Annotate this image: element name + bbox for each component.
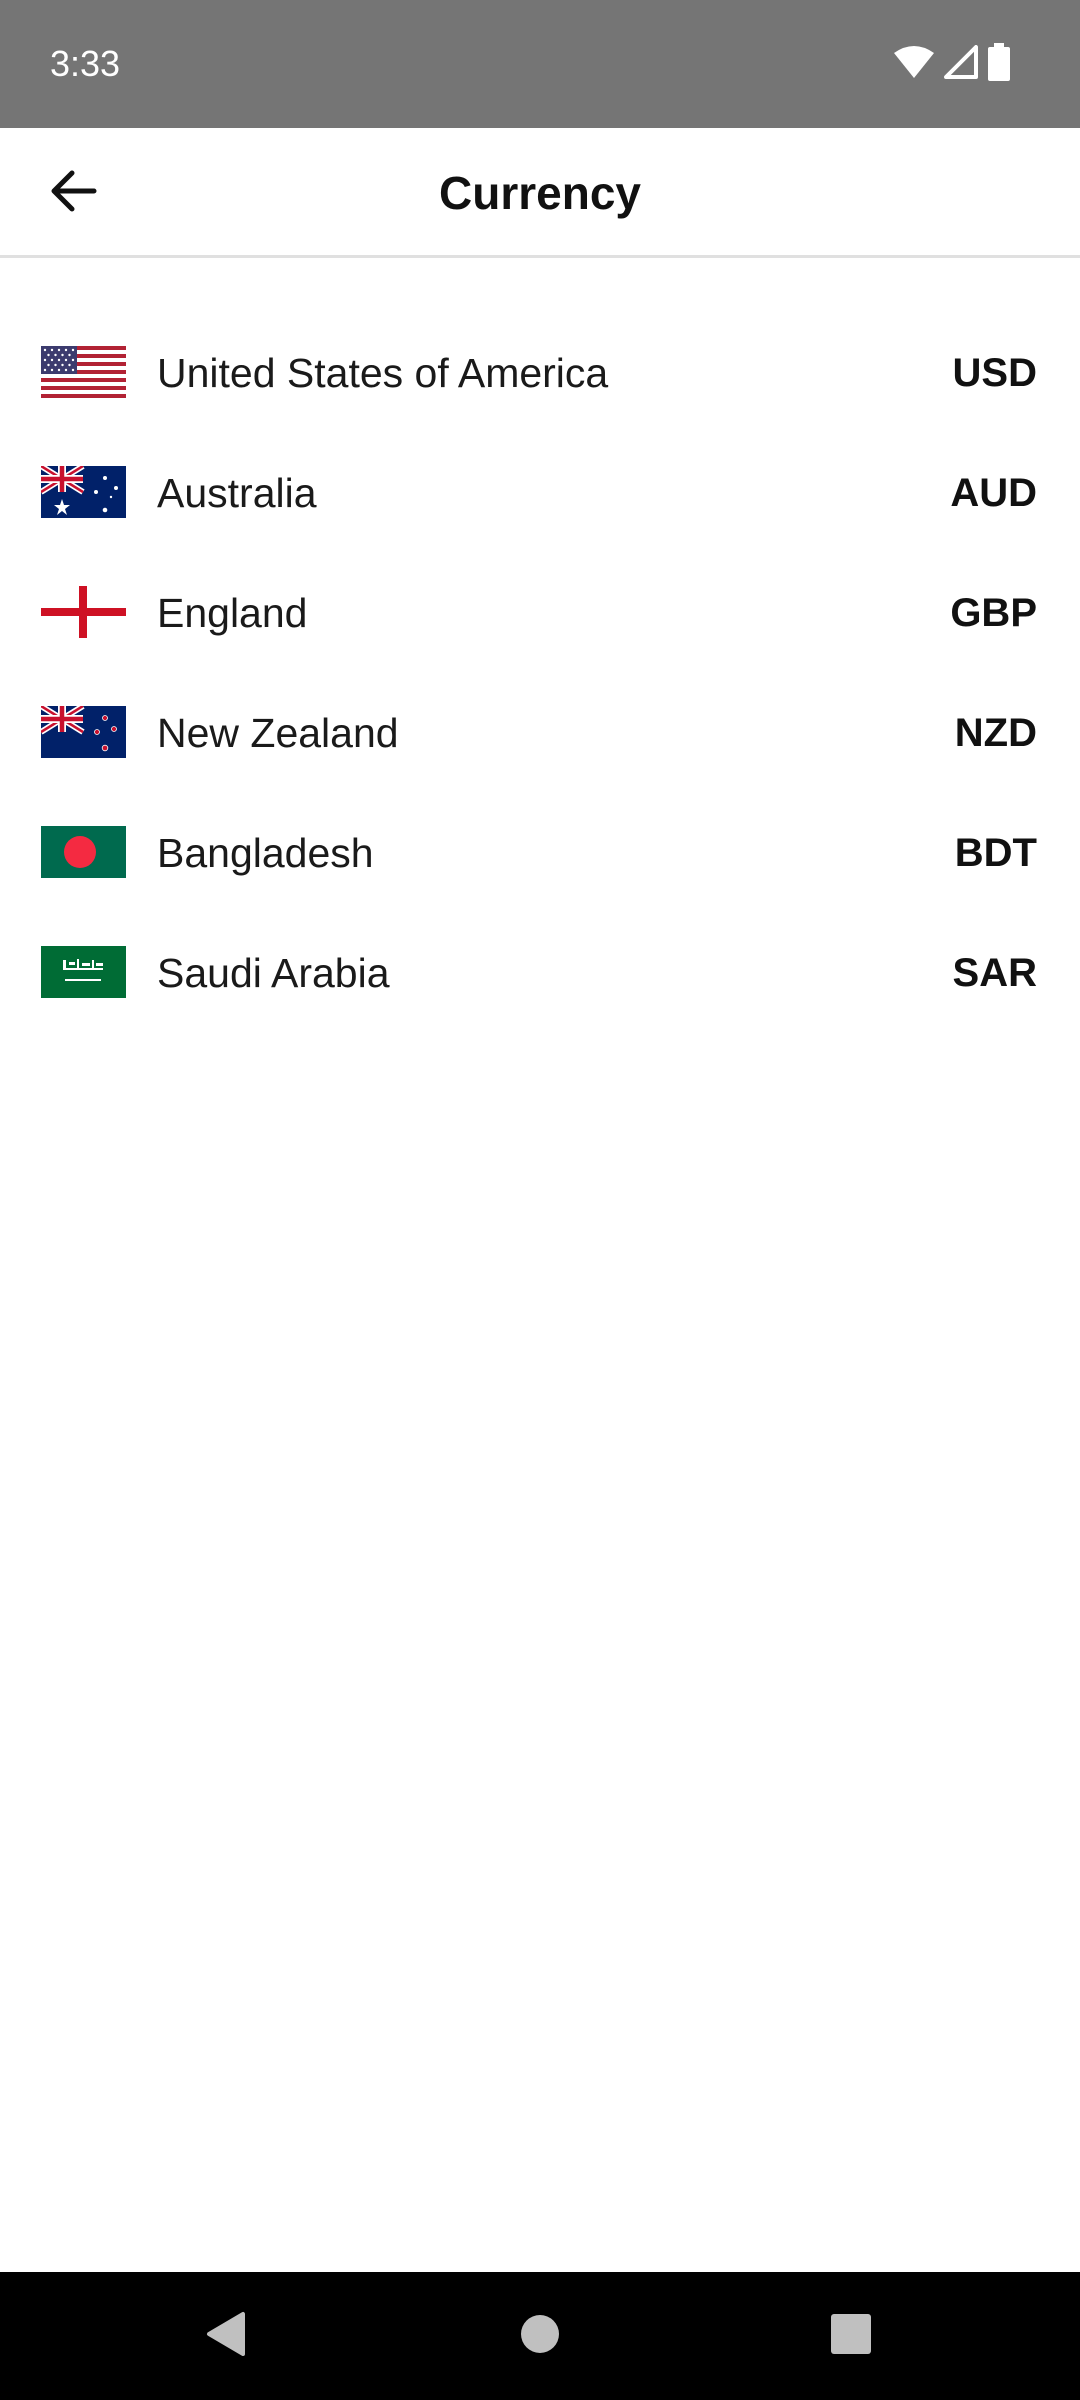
currency-row-bdt[interactable]: Bangladesh BDT [0,792,1080,912]
england-flag-icon [41,586,126,638]
currency-row-sar[interactable]: Saudi Arabia SAR [0,912,1080,1032]
bangladesh-flag-icon [41,826,126,878]
status-icons [894,42,1010,86]
back-triangle-icon [203,2310,247,2363]
currency-code: NZD [954,711,1037,755]
country-name: England [157,590,308,636]
new-zealand-flag-icon [41,706,126,758]
saudi-arabia-flag-icon [41,946,126,998]
country-name: Saudi Arabia [157,950,390,996]
australia-flag-icon [41,466,126,518]
currency-row-gbp[interactable]: England GBP [0,552,1080,672]
app-bar: Currency [0,128,1080,258]
country-name: Bangladesh [157,830,374,876]
navigation-bar [0,2272,1080,2400]
recents-square-icon [829,2312,873,2361]
signal-icon [944,44,978,84]
home-circle-icon [518,2312,562,2361]
currency-row-aud[interactable]: Australia AUD [0,432,1080,552]
currency-row-nzd[interactable]: New Zealand NZD [0,672,1080,792]
country-name: United States of America [157,350,609,396]
battery-icon [988,42,1010,86]
currency-code: BDT [954,831,1037,875]
currency-row-usd[interactable]: United States of America USD [0,312,1080,432]
us-flag-icon [41,346,126,398]
currency-code: SAR [952,951,1037,995]
country-name: Australia [157,470,317,516]
currency-code: GBP [950,591,1037,635]
nav-back-button[interactable] [180,2298,270,2374]
wifi-icon [894,45,934,84]
currency-code: USD [952,351,1037,395]
currency-code: AUD [950,471,1037,515]
nav-home-button[interactable] [495,2298,585,2374]
status-time: 3:33 [50,43,121,84]
status-bar: 3:33 [0,0,1080,128]
currency-list: United States of America USD Australia A… [0,312,1080,1032]
page-title: Currency [439,167,641,219]
nav-recents-button[interactable] [806,2298,896,2374]
country-name: New Zealand [157,710,399,756]
